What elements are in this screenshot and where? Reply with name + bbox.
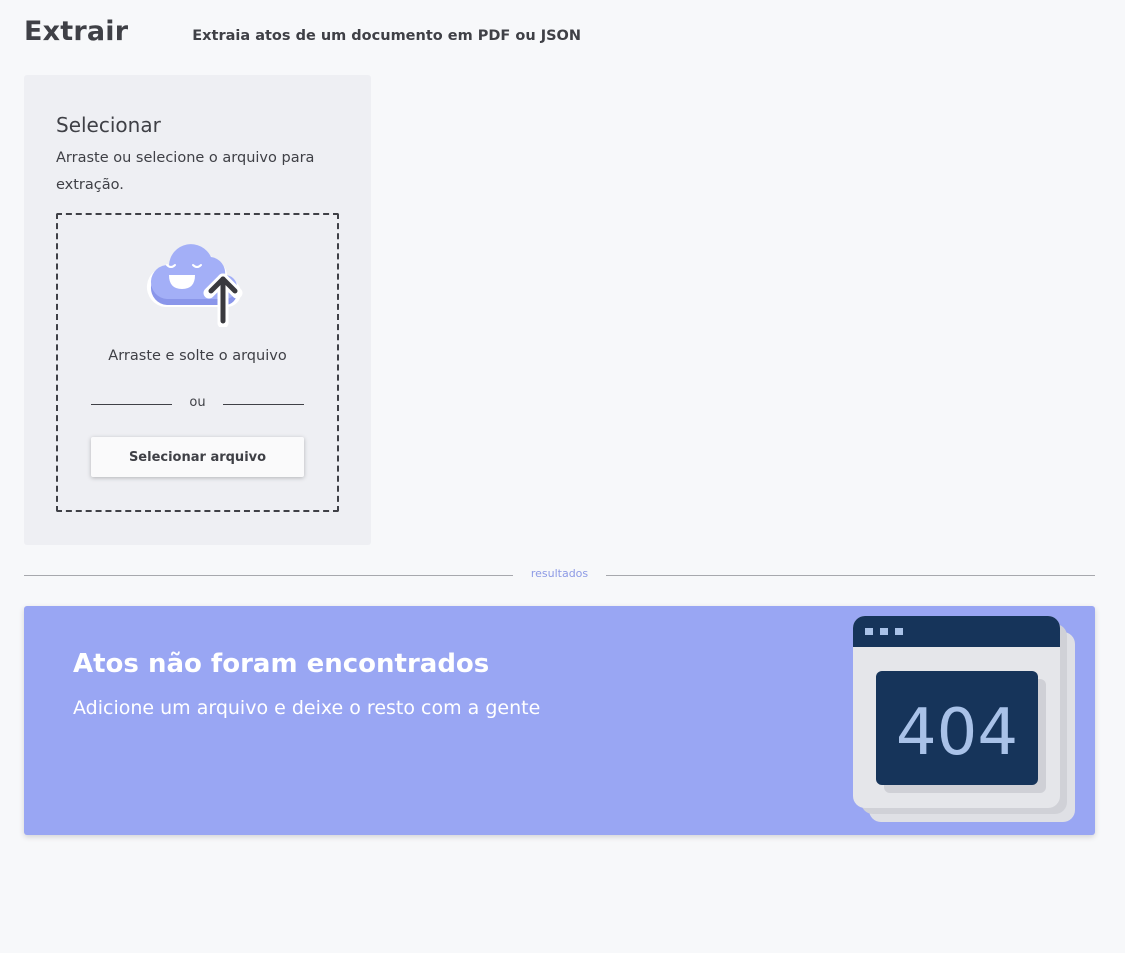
- page-title: Extrair: [24, 16, 129, 47]
- results-line-left: [24, 575, 513, 576]
- upload-card: Selecionar Arraste ou selecione o arquiv…: [24, 75, 371, 545]
- results-label: resultados: [530, 567, 589, 580]
- empty-results-description: Adicione um arquivo e deixe o resto com …: [73, 697, 541, 719]
- results-line-right: [606, 575, 1095, 576]
- upload-card-description: Arraste ou selecione o arquivo para extr…: [56, 150, 315, 193]
- results-separator: resultados: [24, 566, 1095, 584]
- empty-results-title: Atos não foram encontrados: [73, 649, 490, 679]
- divider-line-right: [223, 404, 304, 405]
- divider-text: ou: [189, 395, 206, 410]
- error-code-text: 404: [896, 696, 1018, 770]
- upload-card-title: Selecionar: [56, 113, 161, 137]
- or-divider: ou: [91, 395, 304, 413]
- page-subtitle: Extraia atos de um documento em PDF ou J…: [192, 28, 582, 44]
- cloud-upload-icon: [146, 244, 243, 327]
- select-file-button[interactable]: Selecionar arquivo: [91, 437, 304, 477]
- empty-results-banner: Atos não foram encontrados Adicione um a…: [24, 606, 1095, 835]
- drop-instruction: Arraste e solte o arquivo: [108, 348, 287, 364]
- file-dropzone[interactable]: Arraste e solte o arquivo ou Selecionar …: [56, 213, 339, 512]
- browser-404-icon: 404: [853, 616, 1075, 822]
- page-header: Extrair Extraia atos de um documento em …: [24, 16, 581, 47]
